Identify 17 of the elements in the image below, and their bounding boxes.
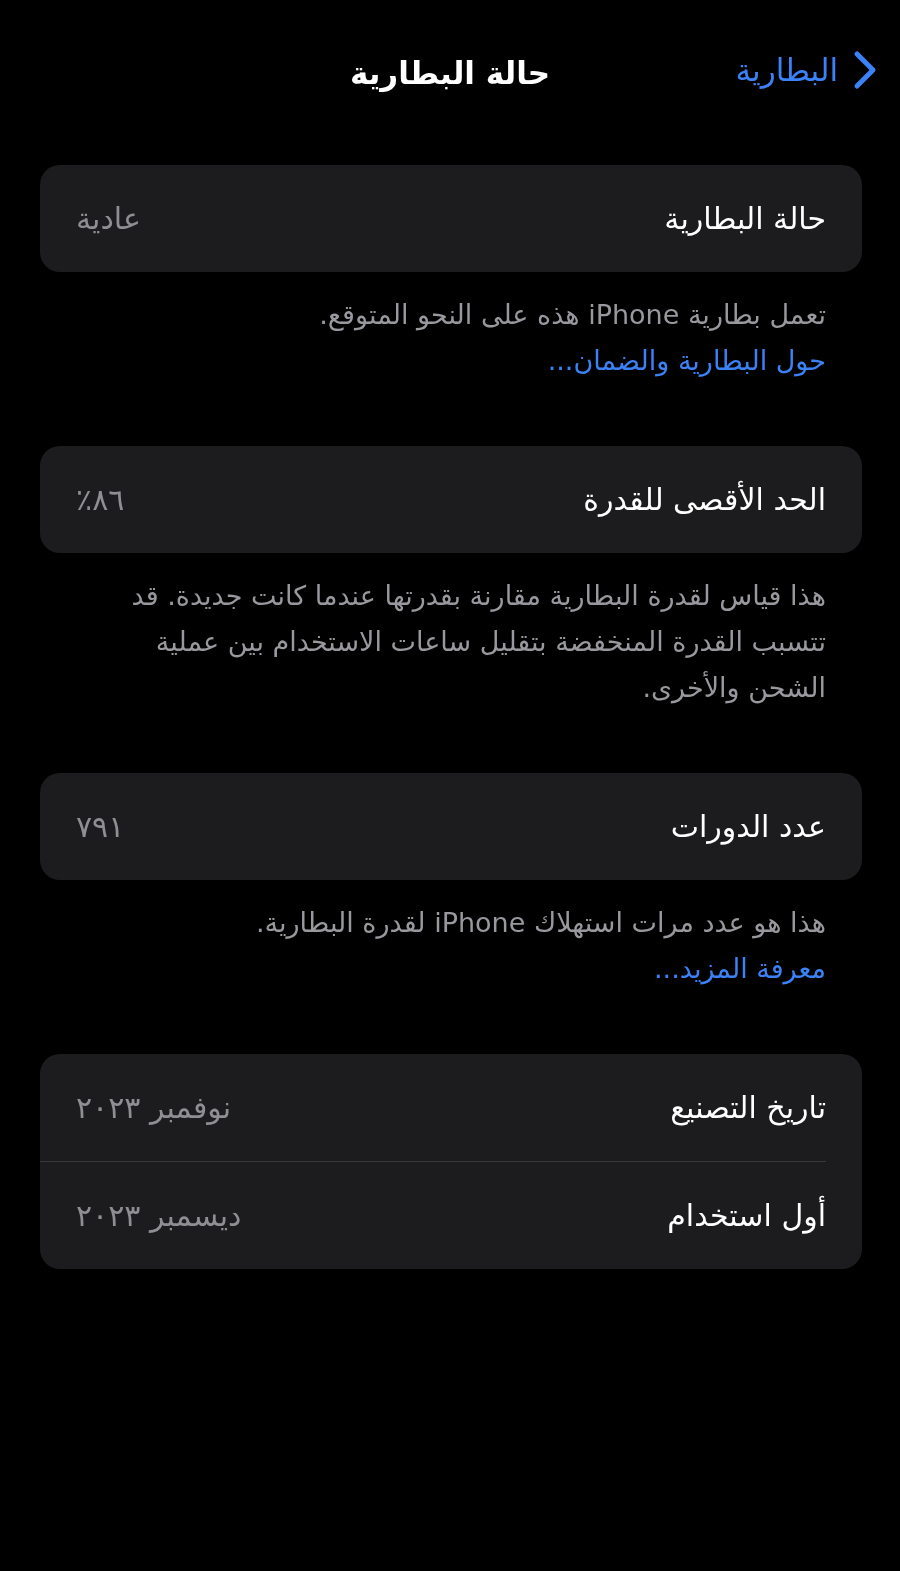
footer-note: هذا هو عدد مرات استهلاك iPhone لقدرة البطارية. معرفة المزيد...: [76, 900, 826, 992]
back-button[interactable]: البطارية: [735, 50, 878, 90]
row-label: حالة البطارية: [664, 201, 826, 236]
footer-note: تعمل بطارية iPhone هذه على النحو المتوقع. حول البطارية والضمان...: [318, 298, 826, 379]
footer-note: هذا قياس لقدرة البطارية مقارنة بقدرتها عندما كانت جديدة. قد تتسبب القدرة المنخفضة بتقليل ساعات الاستخدام بين عملية الشحن والأخرى.: [130, 579, 826, 706]
row-label: عدد الدورات: [670, 809, 826, 844]
row-label: الحد الأقصى للقدرة: [583, 482, 826, 517]
row-value: عادية: [76, 201, 141, 236]
info-link[interactable]: حول البطارية والضمان...: [547, 345, 826, 376]
row-label: تاريخ التصنيع: [670, 1090, 826, 1125]
chevron-icon: [852, 50, 878, 90]
row-value: ٧٩١: [76, 809, 125, 844]
row-value: نوفمبر ٢٠٢٣: [76, 1090, 232, 1125]
row-value: ٨٦٪: [76, 482, 125, 517]
info-link[interactable]: معرفة المزيد...: [653, 946, 826, 992]
row-value: ديسمبر ٢٠٢٣: [76, 1198, 242, 1233]
page-title: حالة البطارية: [349, 55, 551, 91]
